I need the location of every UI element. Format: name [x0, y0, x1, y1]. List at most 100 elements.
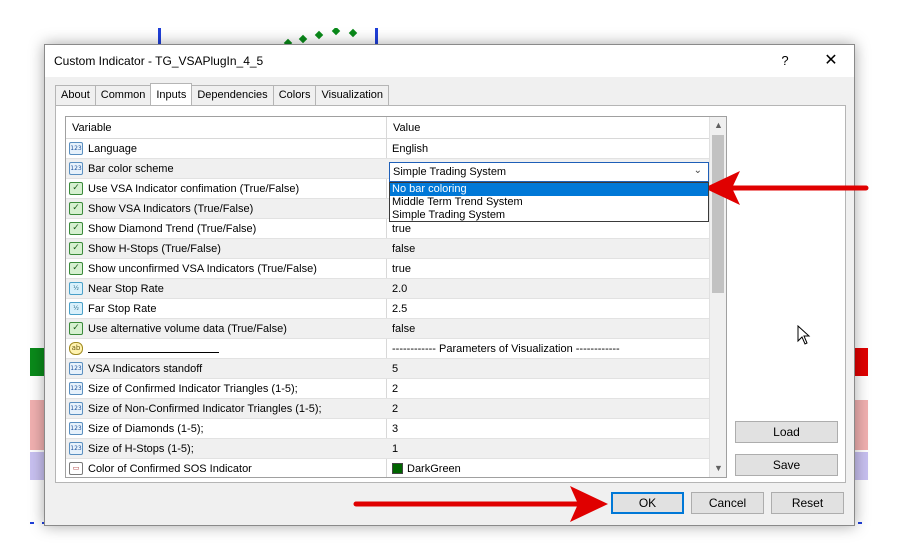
row-value[interactable]: 2 [392, 383, 398, 395]
grid-row[interactable]: 123 Language English [66, 139, 709, 159]
integer-type-icon: 123 [69, 442, 83, 455]
scrollbar-thumb[interactable] [712, 135, 724, 293]
chart-band [30, 348, 44, 376]
row-variable-name: Size of Non-Confirmed Indicator Triangle… [88, 403, 322, 415]
row-variable-name: Near Stop Rate [88, 283, 164, 295]
boolean-type-icon: ✓ [69, 242, 83, 255]
row-value[interactable]: false [392, 323, 415, 335]
row-value[interactable]: 2.5 [392, 303, 407, 315]
grid-header: Variable Value [66, 117, 709, 139]
integer-type-icon: 123 [69, 422, 83, 435]
tab-colors[interactable]: Colors [272, 85, 317, 105]
chart-marker [298, 34, 308, 44]
row-variable-name: Bar color scheme [88, 163, 174, 175]
row-value[interactable]: 3 [392, 423, 398, 435]
row-variable-name: Use VSA Indicator confimation (True/Fals… [88, 183, 300, 195]
row-variable-name: Far Stop Rate [88, 303, 157, 315]
double-type-icon: ½ [69, 302, 83, 315]
dropdown-option-simple-trading[interactable]: Simple Trading System [390, 209, 708, 222]
save-button[interactable]: Save [735, 454, 838, 476]
row-value[interactable]: 2.0 [392, 283, 407, 295]
title-bar: Custom Indicator - TG_VSAPlugIn_4_5 ? ✕ [45, 45, 854, 77]
row-variable-name: Size of H-Stops (1-5); [88, 443, 194, 455]
row-value[interactable]: true [392, 263, 411, 275]
grid-row[interactable]: ▭ Color of Confirmed SOS Indicator DarkGre… [66, 459, 709, 477]
help-button[interactable]: ? [774, 50, 796, 72]
header-variable: Variable [72, 122, 112, 134]
reset-button[interactable]: Reset [771, 492, 844, 514]
tab-about[interactable]: About [55, 85, 96, 105]
inputs-panel: Variable Value 123 Language English 123 Bar … [55, 105, 846, 483]
row-value[interactable]: 1 [392, 443, 398, 455]
tab-dependencies[interactable]: Dependencies [191, 85, 274, 105]
double-type-icon: ½ [69, 282, 83, 295]
integer-type-icon: 123 [69, 382, 83, 395]
tab-visualization[interactable]: Visualization [315, 85, 390, 105]
boolean-type-icon: ✓ [69, 222, 83, 235]
grid-row[interactable]: ✓ Use alternative volume data (True/False… [66, 319, 709, 339]
grid-row[interactable]: ½ Far Stop Rate 2.5 [66, 299, 709, 319]
grid-row[interactable]: 123 Size of Confirmed Indicator Triangles… [66, 379, 709, 399]
chart-band [30, 400, 44, 450]
row-value[interactable]: English [392, 143, 428, 155]
red-arrow-to-dropdown-icon [704, 171, 869, 205]
grid-row[interactable]: 123 Size of H-Stops (1-5); 1 [66, 439, 709, 459]
ok-button[interactable]: OK [611, 492, 684, 514]
row-separator-name [88, 341, 219, 353]
boolean-type-icon: ✓ [69, 182, 83, 195]
dropdown-option-no-bar-coloring[interactable]: No bar coloring [390, 183, 708, 196]
integer-type-icon: 123 [69, 362, 83, 375]
row-variable-name: Size of Confirmed Indicator Triangles (1… [88, 383, 298, 395]
header-value: Value [393, 122, 421, 134]
grid-row[interactable]: ½ Near Stop Rate 2.0 [66, 279, 709, 299]
chart-band [854, 348, 868, 376]
chart-band [854, 452, 868, 480]
row-variable-name: Show unconfirmed VSA Indicators (True/Fa… [88, 263, 317, 275]
color-swatch [392, 463, 403, 474]
bar-color-scheme-dropdown: No bar coloring Middle Term Trend System… [389, 182, 709, 222]
scroll-up-icon[interactable]: ▲ [710, 117, 726, 134]
row-value[interactable]: ------------ Parameters of Visualization… [392, 343, 620, 355]
boolean-type-icon: ✓ [69, 322, 83, 335]
window-title: Custom Indicator - TG_VSAPlugIn_4_5 [54, 54, 264, 68]
tab-inputs[interactable]: Inputs [150, 83, 193, 105]
row-value[interactable]: DarkGreen [392, 463, 461, 475]
integer-type-icon: 123 [69, 402, 83, 415]
integer-type-icon: 123 [69, 142, 83, 155]
grid-row[interactable]: ab ------------ Parameters of Visualizati… [66, 339, 709, 359]
row-value[interactable]: 5 [392, 363, 398, 375]
chart-marker [314, 30, 324, 40]
grid-row[interactable]: 123 Size of Diamonds (1-5); 3 [66, 419, 709, 439]
close-button[interactable]: ✕ [820, 50, 842, 72]
row-value[interactable]: false [392, 243, 415, 255]
boolean-type-icon: ✓ [69, 202, 83, 215]
row-variable-name: Show VSA Indicators (True/False) [88, 203, 254, 215]
tab-common[interactable]: Common [94, 85, 152, 105]
scroll-down-icon[interactable]: ▼ [710, 460, 726, 477]
row-value[interactable]: true [392, 223, 411, 235]
row-variable-name: Use alternative volume data (True/False) [88, 323, 287, 335]
grid-row[interactable]: 123 Size of Non-Confirmed Indicator Trian… [66, 399, 709, 419]
color-type-icon: ▭ [69, 462, 83, 475]
combo-selected-value: Simple Trading System [393, 166, 507, 178]
chart-marker [331, 28, 341, 36]
color-name: DarkGreen [407, 463, 461, 475]
mouse-cursor-icon [797, 325, 811, 345]
grid-row[interactable]: ✓ Show H-Stops (True/False) false [66, 239, 709, 259]
load-button[interactable]: Load [735, 421, 838, 443]
grid-row[interactable]: ✓ Show unconfirmed VSA Indicators (True/F… [66, 259, 709, 279]
chart-marker [348, 28, 358, 38]
grid-row[interactable]: 123 VSA Indicators standoff 5 [66, 359, 709, 379]
grid-row[interactable]: ✓ Show Diamond Trend (True/False) true [66, 219, 709, 239]
integer-type-icon: 123 [69, 162, 83, 175]
dropdown-option-middle-term-trend[interactable]: Middle Term Trend System [390, 196, 708, 209]
cancel-button[interactable]: Cancel [691, 492, 764, 514]
row-variable-name: Show H-Stops (True/False) [88, 243, 221, 255]
string-type-icon: ab [69, 342, 83, 355]
boolean-type-icon: ✓ [69, 262, 83, 275]
row-variable-name: Language [88, 143, 137, 155]
row-value[interactable]: 2 [392, 403, 398, 415]
row-variable-name: Color of Confirmed SOS Indicator [88, 463, 252, 475]
bar-color-scheme-select[interactable]: Simple Trading System ⌄ [389, 162, 709, 182]
inputs-grid: Variable Value 123 Language English 123 Bar … [65, 116, 727, 478]
